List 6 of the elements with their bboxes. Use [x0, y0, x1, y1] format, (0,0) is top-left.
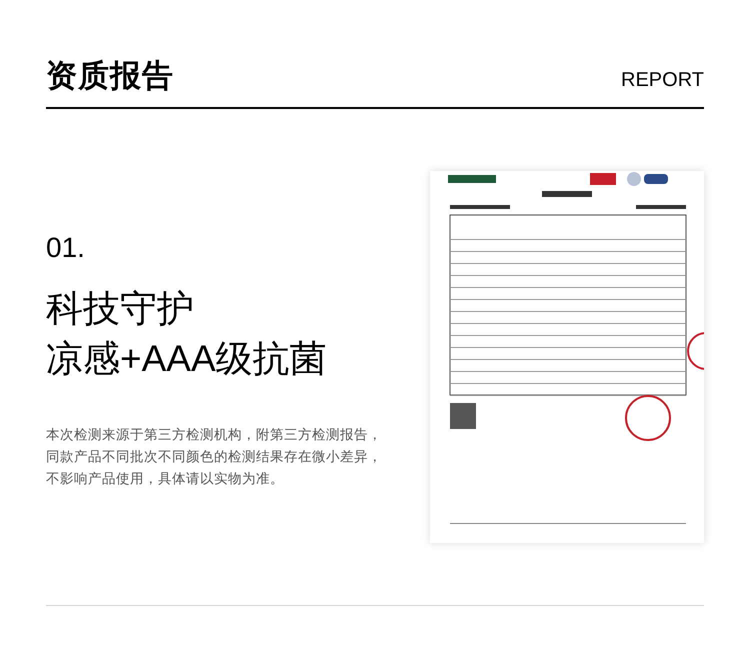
page-subtitle: REPORT	[621, 70, 704, 90]
page-title: 资质报告	[46, 60, 174, 91]
headline: 科技守护	[46, 287, 195, 331]
headline: 凉感+AAA级抗菌	[46, 337, 328, 381]
section-number: 01.	[46, 234, 86, 262]
note-paragraph: 本次检测来源于第三方检测机构，附第三方检测报告，同款产品不同批次不同颜色的检测结果存在微小差异，不影响产品使用，具体请以实物为准。	[46, 426, 383, 488]
